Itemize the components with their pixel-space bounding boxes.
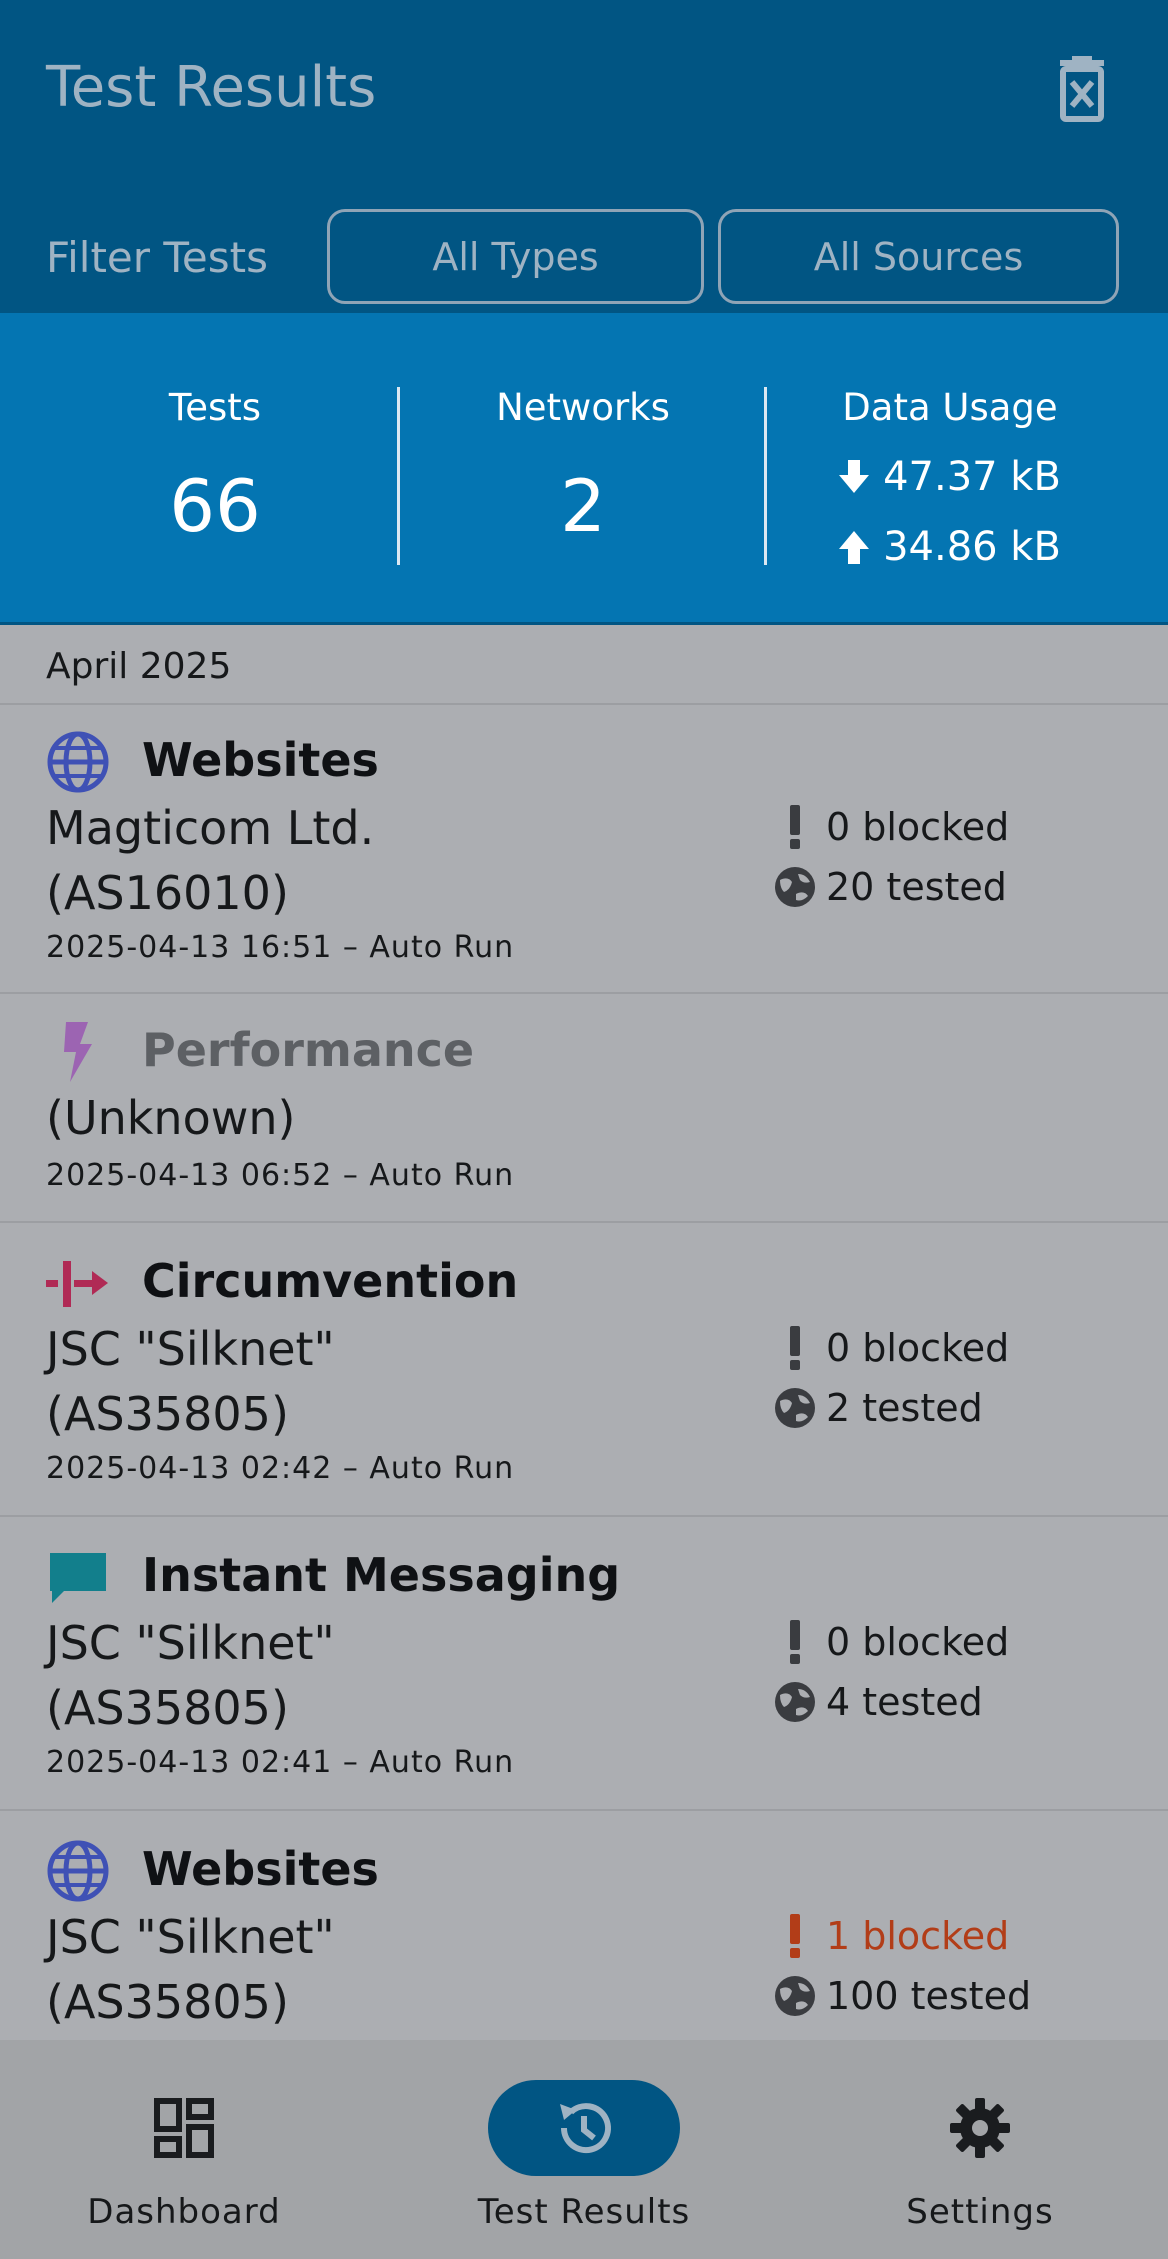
test-type-label: Websites — [142, 1842, 379, 1896]
tested-text: 20 tested — [826, 865, 1007, 909]
download-arrow-icon — [839, 460, 870, 493]
tested-count: 4 tested — [772, 1677, 983, 1727]
filter-type-button[interactable]: All Types — [327, 209, 704, 304]
data-usage-label: Data Usage — [842, 386, 1058, 429]
bottom-navigation: Dashboard Test Results Settings — [0, 2040, 1168, 2259]
download-value: 47.37 kB — [883, 454, 1061, 500]
circumvention-icon — [46, 1261, 108, 1307]
nav-dashboard-label: Dashboard — [87, 2192, 281, 2232]
dashboard-icon — [154, 2098, 214, 2158]
tested-text: 100 tested — [826, 1974, 1032, 2018]
network-asn: (AS35805) — [46, 1975, 289, 2029]
tested-text: 4 tested — [826, 1680, 983, 1724]
data-usage-stat: Data Usage 47.37 kB 34.86 kB — [767, 313, 1133, 625]
tests-label: Tests — [168, 386, 262, 429]
test-type-label: Circumvention — [142, 1254, 519, 1308]
result-item[interactable]: Instant Messaging JSC "Silknet" (AS35805… — [0, 1517, 1168, 1811]
nav-settings-label: Settings — [906, 2192, 1054, 2232]
upload-arrow-icon — [839, 531, 870, 564]
networks-stat: Networks 2 — [400, 313, 766, 625]
tested-text: 2 tested — [826, 1386, 983, 1430]
network-name: (Unknown) — [46, 1091, 296, 1145]
page-title: Test Results — [46, 55, 377, 120]
history-icon — [560, 2103, 611, 2154]
gear-icon — [950, 2098, 1010, 2158]
month-section-header: April 2025 — [0, 626, 1168, 705]
tested-count: 20 tested — [772, 862, 1007, 912]
test-timestamp: 2025-04-13 16:51 – Auto Run — [46, 930, 515, 965]
blocked-text: 0 blocked — [826, 1620, 1010, 1664]
app-header: Test Results Filter Tests All Types All … — [0, 0, 1168, 313]
blocked-count: 0 blocked — [772, 1323, 1009, 1373]
exclamation-icon — [772, 1325, 818, 1371]
network-name: Magticom Ltd. — [46, 801, 375, 855]
upload-value: 34.86 kB — [883, 524, 1061, 570]
network-name: JSC "Silknet" — [46, 1322, 335, 1376]
test-timestamp: 2025-04-13 02:41 – Auto Run — [46, 1745, 515, 1780]
filter-source-button[interactable]: All Sources — [718, 209, 1119, 304]
nav-settings-icon-wrap — [884, 2080, 1076, 2176]
nav-settings[interactable]: Settings — [830, 2040, 1130, 2259]
test-timestamp: 2025-04-13 06:52 – Auto Run — [46, 1158, 515, 1193]
month-label: April 2025 — [46, 646, 232, 687]
network-asn: (AS35805) — [46, 1681, 289, 1735]
exclamation-icon — [772, 804, 818, 850]
blocked-text: 0 blocked — [826, 1326, 1010, 1370]
blocked-count: 1 blocked — [772, 1911, 1009, 1961]
nav-dashboard-icon-wrap — [88, 2080, 280, 2176]
globe-icon — [47, 731, 109, 793]
blocked-text: 0 blocked — [826, 805, 1010, 849]
result-item[interactable]: Websites JSC "Silknet" (AS35805) 1 block… — [0, 1811, 1168, 2040]
test-timestamp: 2025-04-13 02:42 – Auto Run — [46, 1451, 515, 1486]
earth-icon — [772, 1973, 818, 2019]
earth-icon — [772, 864, 818, 910]
network-name: JSC "Silknet" — [46, 1910, 335, 1964]
test-type-label: Performance — [142, 1023, 475, 1077]
result-item[interactable]: Performance (Unknown) 2025-04-13 06:52 –… — [0, 994, 1168, 1223]
blocked-count: 0 blocked — [772, 802, 1009, 852]
delete-all-button[interactable] — [1052, 56, 1112, 122]
test-type-label: Instant Messaging — [142, 1548, 621, 1602]
result-item[interactable]: Websites Magticom Ltd. (AS16010) 2025-04… — [0, 706, 1168, 994]
filter-label: Filter Tests — [46, 233, 268, 282]
network-asn: (AS16010) — [46, 866, 289, 920]
networks-count: 2 — [560, 464, 606, 548]
download-row: 47.37 kB — [767, 451, 1133, 503]
delete-all-icon — [1060, 56, 1104, 122]
nav-test-results-icon-wrap — [488, 2080, 680, 2176]
earth-icon — [772, 1679, 818, 1725]
network-name: JSC "Silknet" — [46, 1616, 335, 1670]
test-type-label: Websites — [142, 733, 379, 787]
networks-label: Networks — [496, 386, 670, 429]
stats-summary: Tests 66 Networks 2 Data Usage 47.37 kB … — [0, 313, 1168, 625]
blocked-count: 0 blocked — [772, 1617, 1009, 1667]
nav-test-results[interactable]: Test Results — [434, 2040, 734, 2259]
exclamation-icon — [772, 1913, 818, 1959]
nav-dashboard[interactable]: Dashboard — [34, 2040, 334, 2259]
earth-icon — [772, 1385, 818, 1431]
nav-test-results-label: Test Results — [477, 2192, 691, 2232]
tests-stat: Tests 66 — [30, 313, 400, 625]
upload-row: 34.86 kB — [767, 521, 1133, 573]
tested-count: 100 tested — [772, 1971, 1031, 2021]
network-asn: (AS35805) — [46, 1387, 289, 1441]
blocked-text: 1 blocked — [826, 1914, 1010, 1958]
tested-count: 2 tested — [772, 1383, 983, 1433]
result-item[interactable]: Circumvention JSC "Silknet" (AS35805) 20… — [0, 1223, 1168, 1517]
lightning-icon — [64, 1022, 92, 1082]
exclamation-icon — [772, 1619, 818, 1665]
globe-icon — [47, 1840, 109, 1902]
tests-count: 66 — [169, 464, 261, 548]
chat-bubble-icon — [50, 1553, 106, 1603]
